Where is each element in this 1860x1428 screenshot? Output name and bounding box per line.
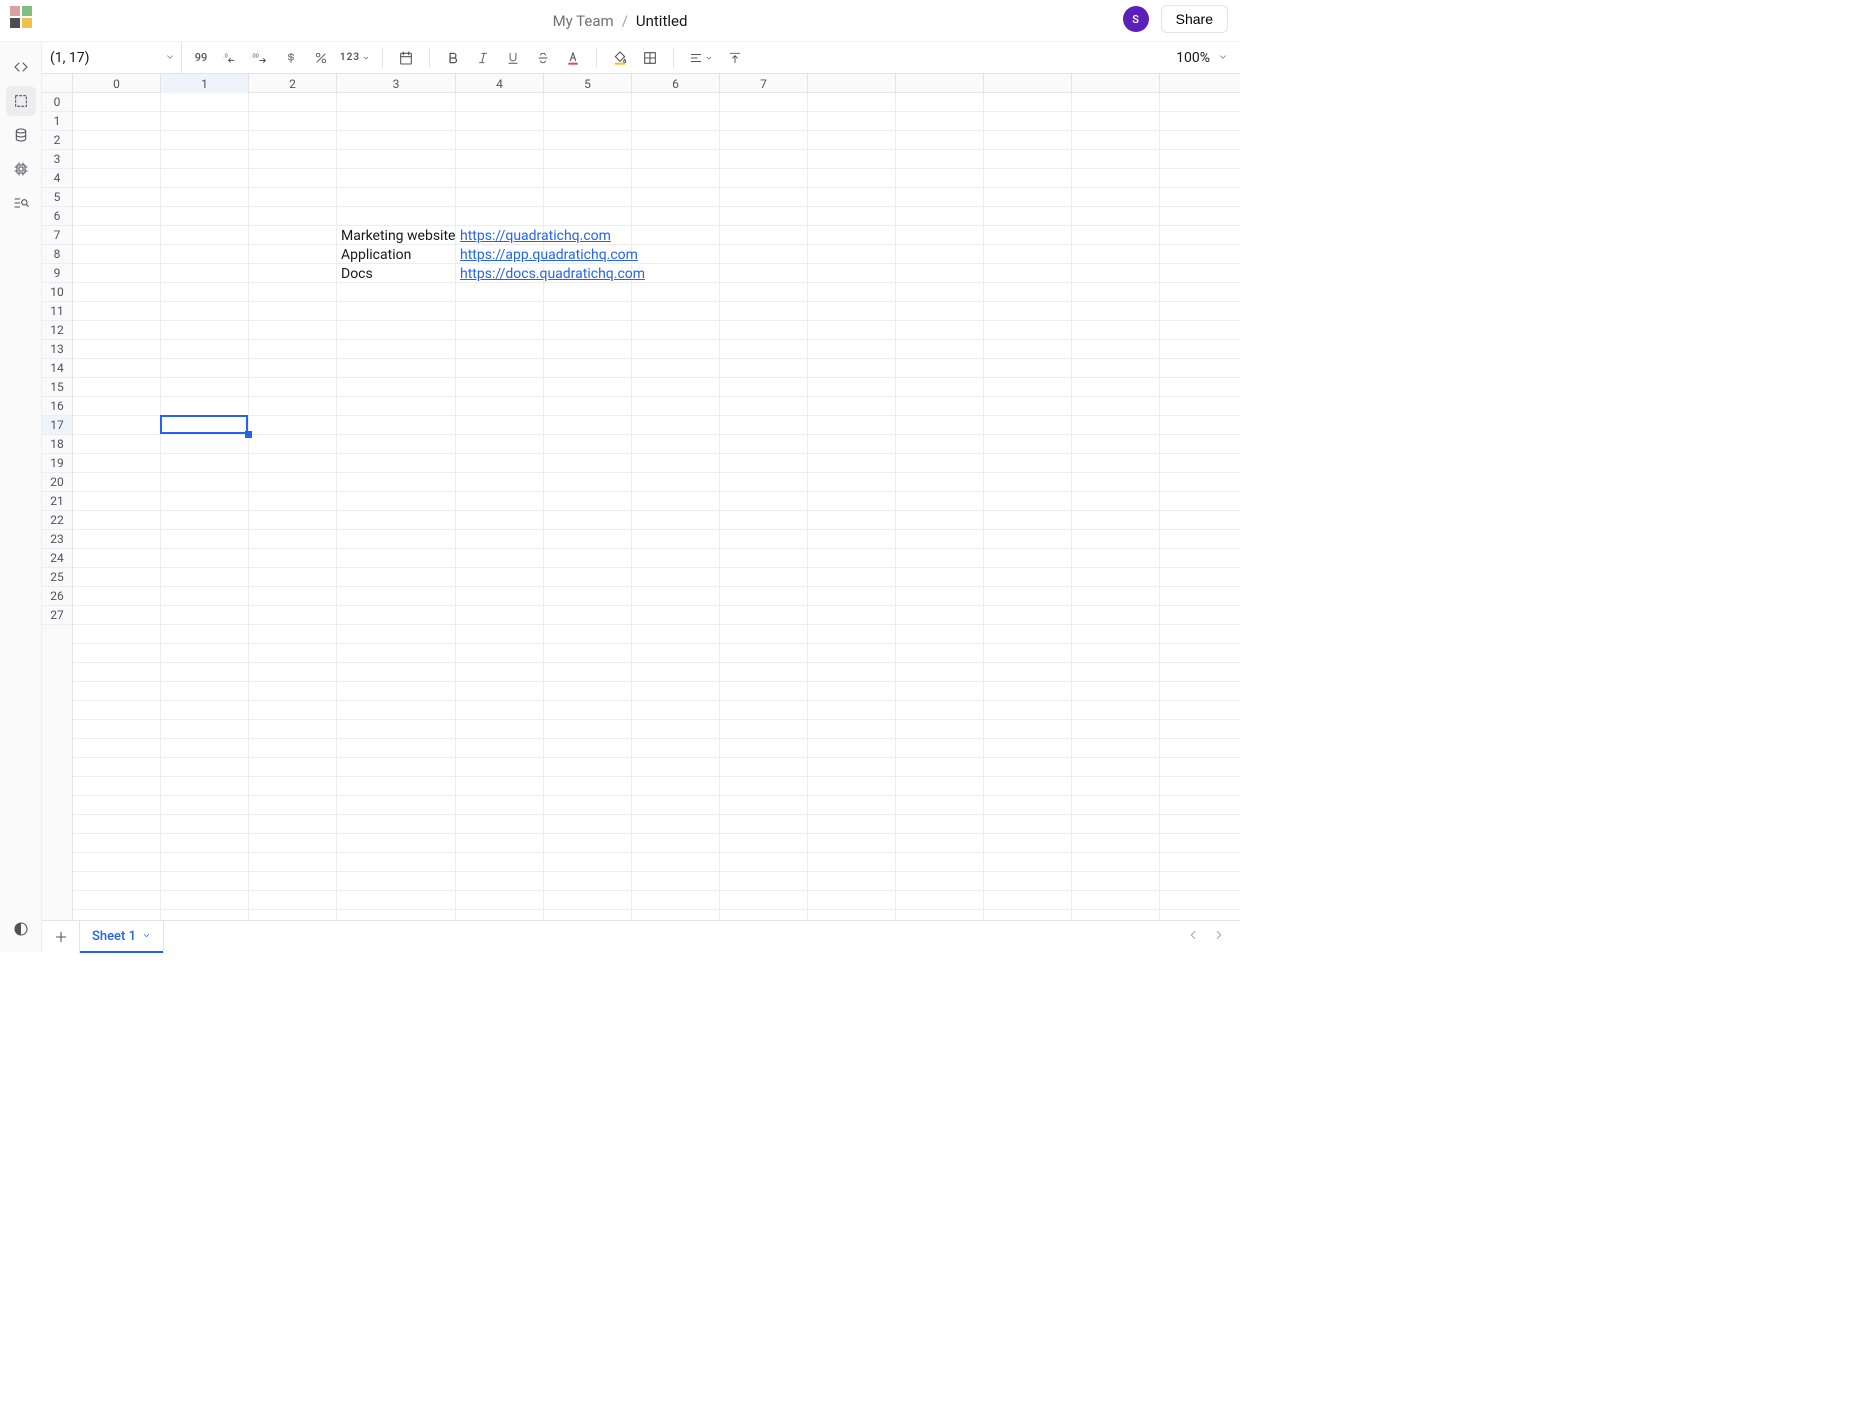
column-header[interactable]: 7 bbox=[720, 74, 808, 93]
row-header[interactable]: 25 bbox=[42, 568, 72, 587]
sheet-nav-prev[interactable] bbox=[1182, 923, 1204, 950]
zoom-value: 100% bbox=[1176, 50, 1210, 66]
row-header[interactable]: 27 bbox=[42, 606, 72, 625]
row-header[interactable]: 17 bbox=[42, 416, 72, 435]
search-list-icon[interactable] bbox=[6, 188, 36, 218]
column-header[interactable]: 1 bbox=[161, 74, 249, 93]
row-header[interactable]: 4 bbox=[42, 169, 72, 188]
column-headers[interactable]: 01234567 bbox=[73, 74, 1240, 93]
chevron-down-icon bbox=[142, 929, 151, 944]
row-header[interactable]: 19 bbox=[42, 454, 72, 473]
column-header[interactable]: 0 bbox=[73, 74, 161, 93]
row-header[interactable]: 11 bbox=[42, 302, 72, 321]
file-title[interactable]: Untitled bbox=[636, 12, 688, 30]
row-header[interactable]: 15 bbox=[42, 378, 72, 397]
share-button[interactable]: Share bbox=[1161, 5, 1228, 33]
sheet-tab[interactable]: Sheet 1 bbox=[80, 921, 164, 953]
row-headers[interactable]: 0123456789101112131415161718192021222324… bbox=[42, 93, 73, 920]
borders-button[interactable] bbox=[635, 46, 665, 70]
row-header[interactable]: 14 bbox=[42, 359, 72, 378]
theme-toggle-icon[interactable] bbox=[6, 914, 36, 944]
currency-button[interactable] bbox=[276, 46, 306, 70]
underline-button[interactable] bbox=[498, 46, 528, 70]
row-header[interactable]: 2 bbox=[42, 131, 72, 150]
strikethrough-button[interactable] bbox=[528, 46, 558, 70]
team-name[interactable]: My Team bbox=[553, 12, 614, 30]
selection-fill-handle[interactable] bbox=[245, 431, 252, 438]
row-header[interactable]: 26 bbox=[42, 587, 72, 606]
selection-box bbox=[160, 415, 248, 434]
cell-reference-value: (1, 17) bbox=[50, 50, 90, 66]
breadcrumb-separator: / bbox=[622, 12, 628, 30]
zoom-control[interactable]: 100% bbox=[1176, 50, 1240, 66]
italic-button[interactable] bbox=[468, 46, 498, 70]
fill-color-button[interactable] bbox=[605, 46, 635, 70]
row-header[interactable]: 20 bbox=[42, 473, 72, 492]
sheet-tab-label: Sheet 1 bbox=[92, 929, 136, 944]
row-header[interactable]: 8 bbox=[42, 245, 72, 264]
row-header[interactable]: 6 bbox=[42, 207, 72, 226]
column-header[interactable]: 5 bbox=[544, 74, 632, 93]
row-header[interactable]: 24 bbox=[42, 549, 72, 568]
decrease-decimal-button[interactable]: .0 bbox=[216, 46, 246, 70]
svg-text:.0: .0 bbox=[223, 53, 227, 59]
left-rail bbox=[0, 42, 42, 952]
select-all-corner[interactable] bbox=[42, 74, 73, 93]
cell-link[interactable]: https://quadratichq.com bbox=[456, 226, 615, 245]
vertical-align-button[interactable] bbox=[720, 46, 750, 70]
horizontal-align-button[interactable] bbox=[682, 46, 720, 70]
percent-button[interactable] bbox=[306, 46, 336, 70]
row-header[interactable]: 3 bbox=[42, 150, 72, 169]
row-header[interactable]: 9 bbox=[42, 264, 72, 283]
column-header[interactable]: 4 bbox=[456, 74, 544, 93]
select-icon[interactable] bbox=[6, 86, 36, 116]
cell-link[interactable]: https://app.quadratichq.com bbox=[456, 245, 642, 264]
chip-icon[interactable] bbox=[6, 154, 36, 184]
cell-text: Marketing website bbox=[337, 226, 459, 245]
row-header[interactable]: 7 bbox=[42, 226, 72, 245]
row-header[interactable]: 16 bbox=[42, 397, 72, 416]
row-header[interactable]: 0 bbox=[42, 93, 72, 112]
cell-link[interactable]: https://docs.quadratichq.com bbox=[456, 264, 649, 283]
column-header[interactable]: 3 bbox=[337, 74, 456, 93]
cell-reference-input[interactable]: (1, 17) bbox=[42, 42, 182, 74]
user-avatar[interactable]: S bbox=[1123, 6, 1149, 32]
code-icon[interactable] bbox=[6, 52, 36, 82]
app-logo[interactable] bbox=[10, 6, 32, 28]
bold-button[interactable] bbox=[438, 46, 468, 70]
svg-text:.00: .00 bbox=[251, 53, 259, 59]
row-header[interactable]: 13 bbox=[42, 340, 72, 359]
column-header[interactable]: 6 bbox=[632, 74, 720, 93]
row-header[interactable]: 18 bbox=[42, 435, 72, 454]
row-header[interactable]: 22 bbox=[42, 511, 72, 530]
row-header[interactable]: 21 bbox=[42, 492, 72, 511]
more-formats-button[interactable]: 123 bbox=[336, 46, 374, 70]
row-header[interactable]: 12 bbox=[42, 321, 72, 340]
cell-text: Docs bbox=[337, 264, 377, 283]
row-header[interactable]: 5 bbox=[42, 188, 72, 207]
chevron-down-icon bbox=[165, 50, 175, 66]
cell-text: Application bbox=[337, 245, 415, 264]
text-color-button[interactable] bbox=[558, 46, 588, 70]
spreadsheet-grid[interactable]: 01234567 0123456789101112131415161718192… bbox=[42, 74, 1240, 920]
toolbar: (1, 17) 99 .0 .00 123 bbox=[42, 42, 1240, 74]
column-header[interactable]: 2 bbox=[249, 74, 337, 93]
cells-area[interactable]: Marketing websitehttps://quadratichq.com… bbox=[73, 93, 1240, 920]
add-sheet-button[interactable] bbox=[42, 921, 80, 953]
row-header[interactable]: 23 bbox=[42, 530, 72, 549]
format-auto-button[interactable]: 99 bbox=[186, 46, 216, 70]
breadcrumb: My Team / Untitled bbox=[553, 12, 688, 30]
increase-decimal-button[interactable]: .00 bbox=[246, 46, 276, 70]
date-format-button[interactable] bbox=[391, 46, 421, 70]
bottom-bar: Sheet 1 bbox=[42, 920, 1240, 952]
row-header[interactable]: 10 bbox=[42, 283, 72, 302]
topbar: My Team / Untitled S Share bbox=[0, 0, 1240, 42]
chevron-down-icon bbox=[1218, 50, 1228, 66]
database-icon[interactable] bbox=[6, 120, 36, 150]
sheet-nav-next[interactable] bbox=[1208, 923, 1230, 950]
row-header[interactable]: 1 bbox=[42, 112, 72, 131]
